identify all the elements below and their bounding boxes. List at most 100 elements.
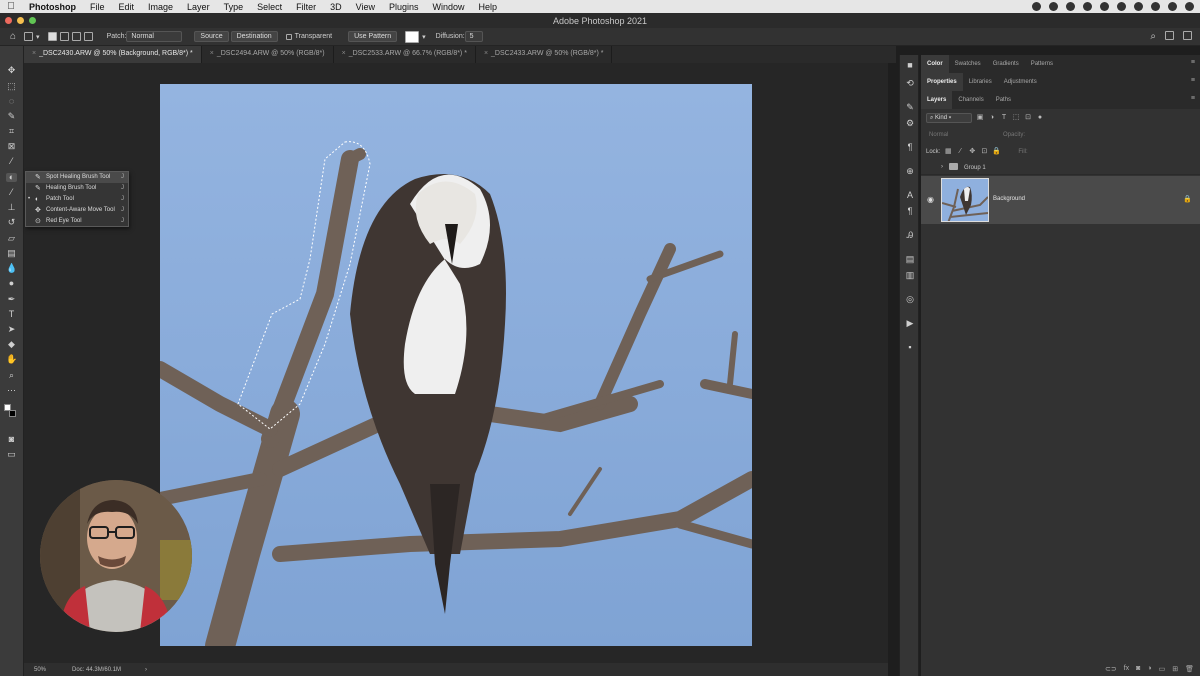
status-icon[interactable] bbox=[1083, 2, 1092, 11]
menu-edit[interactable]: Edit bbox=[112, 2, 142, 12]
subtract-selection-icon[interactable] bbox=[71, 32, 81, 41]
info-icon[interactable]: ⊕ bbox=[905, 167, 915, 176]
link-layers-icon[interactable]: ⊂⊃ bbox=[1105, 665, 1117, 673]
tab-swatches[interactable]: Swatches bbox=[949, 55, 987, 73]
tab-libraries[interactable]: Libraries bbox=[963, 73, 998, 91]
clone-stamp-tool-icon[interactable]: ⊥ bbox=[6, 203, 17, 212]
lock-artboard-icon[interactable]: ⊡ bbox=[980, 148, 988, 156]
flyout-item-healing-brush[interactable]: ✎ Healing Brush Tool J bbox=[26, 183, 128, 194]
dodge-tool-icon[interactable]: ● bbox=[6, 279, 17, 288]
adjustment-layer-icon[interactable]: ◑ bbox=[1147, 665, 1151, 672]
diffusion-input[interactable]: 5 bbox=[464, 31, 483, 42]
menu-filter[interactable]: Filter bbox=[289, 2, 323, 12]
glyphs-icon[interactable]: Ꭿ bbox=[905, 231, 915, 240]
smart-object-filter-icon[interactable]: ⊡ bbox=[1024, 114, 1032, 122]
menu-plugins[interactable]: Plugins bbox=[382, 2, 426, 12]
add-selection-icon[interactable] bbox=[59, 32, 69, 41]
wifi-icon[interactable] bbox=[1151, 2, 1160, 11]
document-canvas[interactable] bbox=[160, 84, 752, 646]
pattern-picker[interactable]: ▾ bbox=[405, 30, 426, 43]
filter-toggle-icon[interactable]: ● bbox=[1036, 114, 1044, 122]
layer-row-group[interactable]: › Group 1 bbox=[921, 161, 1200, 175]
use-pattern-button[interactable]: Use Pattern bbox=[348, 31, 398, 42]
history-brush-tool-icon[interactable]: ↺ bbox=[6, 218, 17, 227]
patch-mode-select[interactable]: Normal bbox=[126, 31, 183, 42]
close-window-button[interactable] bbox=[5, 17, 12, 24]
search-icon[interactable]: ⌕ bbox=[1150, 31, 1156, 42]
menu-type[interactable]: Type bbox=[217, 2, 251, 12]
lasso-tool-icon[interactable]: ◌ bbox=[6, 97, 17, 106]
status-icon[interactable] bbox=[1134, 2, 1143, 11]
source-button[interactable]: Source bbox=[194, 31, 229, 42]
layer-kind-select[interactable]: ⌕ Kind ▾ bbox=[926, 113, 972, 123]
intersect-selection-icon[interactable] bbox=[83, 32, 93, 41]
history-icon[interactable]: ⟲ bbox=[905, 79, 915, 88]
menu-photoshop[interactable]: Photoshop bbox=[22, 2, 83, 12]
minimize-window-button[interactable] bbox=[17, 17, 24, 24]
marquee-tool-icon[interactable]: ⬚ bbox=[6, 82, 17, 91]
menu-help[interactable]: Help bbox=[472, 2, 505, 12]
shape-filter-icon[interactable]: ⬚ bbox=[1012, 114, 1020, 122]
menu-3d[interactable]: 3D bbox=[323, 2, 349, 12]
menu-image[interactable]: Image bbox=[141, 2, 180, 12]
flyout-item-red-eye[interactable]: ⊙ Red Eye Tool J bbox=[26, 216, 128, 227]
close-tab-icon[interactable]: × bbox=[32, 50, 36, 57]
type-tool-icon[interactable]: T bbox=[6, 310, 17, 319]
flyout-item-spot-healing[interactable]: ✎ Spot Healing Brush Tool J bbox=[26, 172, 128, 183]
expand-chevron-icon[interactable]: › bbox=[941, 164, 943, 170]
status-icon[interactable] bbox=[1049, 2, 1058, 11]
new-layer-icon[interactable]: ⊞ bbox=[1172, 665, 1178, 673]
move-tool-icon[interactable]: ✥ bbox=[6, 66, 17, 75]
tab-color[interactable]: Color bbox=[921, 55, 949, 73]
control-center-icon[interactable] bbox=[1185, 2, 1194, 11]
pixel-filter-icon[interactable]: ▣ bbox=[976, 114, 984, 122]
transparent-checkbox[interactable]: Transparent bbox=[285, 33, 332, 40]
status-icon[interactable] bbox=[1117, 2, 1126, 11]
zoom-tool-icon[interactable]: ⌕ bbox=[6, 371, 17, 380]
tool-preset-picker[interactable]: ▾ bbox=[24, 32, 40, 41]
adjustment-filter-icon[interactable]: ◑ bbox=[988, 114, 996, 122]
adjust-icon[interactable]: ⚙ bbox=[905, 119, 915, 128]
notes-icon[interactable]: ▤ bbox=[905, 255, 915, 264]
document-tab[interactable]: × _DSC2430.ARW @ 50% (Background, RGB/8*)… bbox=[24, 46, 202, 63]
status-icon[interactable] bbox=[1100, 2, 1109, 11]
tab-paths[interactable]: Paths bbox=[990, 91, 1017, 109]
layer-row-background[interactable]: ◉ Background 🔒 bbox=[921, 176, 1200, 224]
panel-menu-icon[interactable]: ≡ bbox=[1191, 59, 1195, 66]
quick-mask-icon[interactable]: ◙ bbox=[6, 435, 17, 444]
paragraph-icon[interactable]: ¶ bbox=[905, 207, 915, 216]
close-tab-icon[interactable]: × bbox=[484, 50, 488, 57]
workspace-icon[interactable] bbox=[1165, 31, 1174, 40]
tab-patterns[interactable]: Patterns bbox=[1025, 55, 1059, 73]
visibility-eye-icon[interactable]: ◉ bbox=[927, 195, 934, 204]
new-selection-icon[interactable] bbox=[47, 32, 57, 41]
path-selection-tool-icon[interactable]: ➤ bbox=[6, 325, 17, 334]
properties-icon[interactable]: ▥ bbox=[905, 271, 915, 280]
flyout-item-content-aware-move[interactable]: ✥ Content-Aware Move Tool J bbox=[26, 205, 128, 216]
background-color-swatch[interactable] bbox=[9, 410, 16, 417]
more-tools-icon[interactable]: ⋯ bbox=[6, 386, 17, 395]
brush-settings-icon[interactable]: ✎ bbox=[905, 103, 915, 112]
document-tab[interactable]: × _DSC2494.ARW @ 50% (RGB/8*) bbox=[202, 46, 334, 63]
tool-presets-icon[interactable]: ▪ bbox=[905, 343, 915, 352]
menu-select[interactable]: Select bbox=[250, 2, 289, 12]
apple-menu[interactable]:  bbox=[0, 1, 22, 12]
tab-adjustments[interactable]: Adjustments bbox=[998, 73, 1043, 91]
lock-all-icon[interactable]: 🔒 bbox=[992, 148, 1001, 156]
tab-channels[interactable]: Channels bbox=[952, 91, 989, 109]
menu-window[interactable]: Window bbox=[426, 2, 472, 12]
status-menu-arrow[interactable]: › bbox=[145, 667, 147, 673]
panel-menu-icon[interactable]: ≡ bbox=[1191, 77, 1195, 84]
pen-tool-icon[interactable]: ✒ bbox=[6, 295, 17, 304]
menu-view[interactable]: View bbox=[349, 2, 382, 12]
quick-select-tool-icon[interactable]: ✎ bbox=[6, 112, 17, 121]
hand-tool-icon[interactable]: ✋ bbox=[6, 355, 17, 364]
blur-tool-icon[interactable]: 💧 bbox=[6, 264, 17, 273]
destination-button[interactable]: Destination bbox=[230, 31, 278, 42]
status-icon[interactable] bbox=[1066, 2, 1075, 11]
patch-tool-icon[interactable]: ◐ bbox=[6, 173, 17, 182]
status-icon[interactable] bbox=[1032, 2, 1041, 11]
lock-pixels-icon[interactable]: ⁄ bbox=[956, 148, 964, 156]
actions-icon[interactable]: ▶ bbox=[905, 319, 915, 328]
tab-layers[interactable]: Layers bbox=[921, 91, 953, 109]
